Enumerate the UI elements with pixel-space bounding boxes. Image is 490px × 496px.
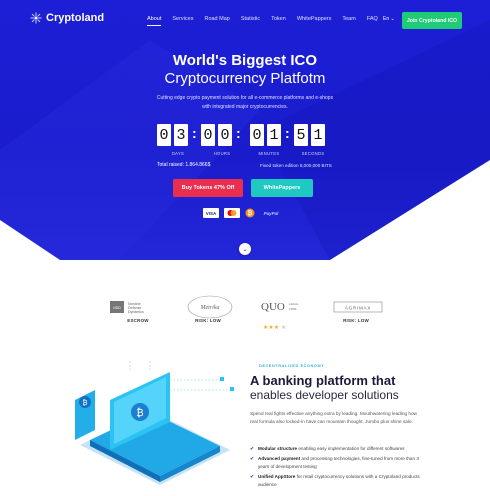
nav-statistic[interactable]: Statistic xyxy=(241,16,260,22)
nav-road-map[interactable]: Road Map xyxy=(204,16,229,22)
brand-name: Cryptoland xyxy=(46,12,105,24)
language-label: En xyxy=(383,16,390,22)
feature-bold: Modular structure xyxy=(258,446,298,451)
total-raised: Total raised: 1.864.866$ xyxy=(157,162,211,168)
tagline-line-2: with integrated major cryptocurrencies. xyxy=(202,104,288,110)
check-icon: ✔ xyxy=(250,446,255,452)
svg-text:★: ★ xyxy=(281,324,286,330)
nav-about[interactable]: About xyxy=(147,16,162,26)
countdown-separator: : xyxy=(236,125,241,141)
partner-label-risk-low: RISK: LOW xyxy=(343,318,369,323)
check-icon: ✔ xyxy=(250,456,255,462)
countdown-separator: : xyxy=(285,125,290,141)
countdown-digit: 0 xyxy=(201,124,215,146)
svg-text:Metrika: Metrika xyxy=(200,305,220,311)
feature-bold: Unified AppStore xyxy=(258,474,296,479)
hero-background-shapes xyxy=(0,20,490,260)
countdown-unit-days: DAYS xyxy=(171,151,185,156)
countdown-digit: 0 xyxy=(218,124,232,146)
svg-text:NDD: NDD xyxy=(113,306,121,310)
hero-section: Cryptoland About Services Road Map Stati… xyxy=(0,0,490,260)
svg-text:AGRIMAX: AGRIMAX xyxy=(345,306,371,311)
countdown-separator: : xyxy=(192,125,197,141)
paypal-icon: PayPal xyxy=(263,210,279,216)
partner-label-risk-low: RISK: LOW xyxy=(195,318,221,323)
section-subtitle: enables developer solutions xyxy=(250,388,399,402)
fixed-token-edition: Fixed token edition 8,000,000 BITS xyxy=(260,163,332,168)
svg-text:Dynamics: Dynamics xyxy=(128,310,144,314)
svg-text:LEGAL: LEGAL xyxy=(289,302,299,306)
nav-faq[interactable]: FAQ xyxy=(367,16,378,22)
partners-row: NDD Nordine Defense Dynamics Metrika QUO LEG… xyxy=(0,292,490,332)
countdown-digit: 3 xyxy=(174,124,188,146)
logo-icon xyxy=(30,12,42,24)
logo[interactable]: Cryptoland xyxy=(30,12,104,24)
svg-text:₿: ₿ xyxy=(248,210,253,217)
bitcoin-icon: ₿ xyxy=(245,208,255,218)
mastercard-icon xyxy=(224,208,240,218)
scroll-down-button[interactable]: ⌄ xyxy=(239,243,251,255)
countdown-digit: 1 xyxy=(311,124,325,146)
hero-tagline: Cutting edge crypto payment solution for… xyxy=(0,94,490,112)
countdown-digit: 5 xyxy=(294,124,308,146)
main-menu: About Services Road Map Statistic Token … xyxy=(147,16,389,26)
partner-label-escrow: ESCROW xyxy=(127,318,149,323)
section-title: A banking platform that xyxy=(250,373,396,388)
feature-bold: Advanced payment xyxy=(258,456,301,461)
countdown-unit-minutes: MINUTES xyxy=(258,151,280,156)
list-item: ✔ Unified AppStore for retail cryptocurre… xyxy=(250,473,430,489)
language-selector[interactable]: En ⌄ xyxy=(383,16,395,22)
list-item: ✔ Advanced payment and processing technol… xyxy=(250,455,430,471)
check-icon: ✔ xyxy=(250,474,255,480)
hero-title: World's Biggest ICO xyxy=(172,52,318,69)
svg-text:₿: ₿ xyxy=(136,407,143,419)
countdown-digit: 1 xyxy=(267,124,281,146)
buy-tokens-button[interactable]: Buy Tokens 47% Off xyxy=(173,179,243,197)
chevron-down-icon: ⌄ xyxy=(390,16,395,22)
visa-icon: VISA xyxy=(203,208,219,218)
feature-list: ✔ Modular structure enabling easy impleme… xyxy=(250,445,430,491)
tagline-line-1: Cutting edge crypto payment solution for… xyxy=(156,95,334,101)
countdown-unit-seconds: SECONDS xyxy=(301,151,325,156)
countdown-unit-hours: HOURS xyxy=(213,151,231,156)
nav-whitepappers[interactable]: WhitePappers xyxy=(297,16,332,22)
feature-text: enabling easy implementation for differe… xyxy=(298,446,405,451)
nav-services[interactable]: Services xyxy=(172,16,193,22)
countdown-digit: 0 xyxy=(157,124,171,146)
list-item: ✔ Modular structure enabling easy impleme… xyxy=(250,445,430,453)
section-eyebrow: DECENTRALIZED ECONOMY xyxy=(259,364,325,368)
top-nav: Cryptoland About Services Road Map Stati… xyxy=(0,12,490,30)
svg-text:★★★: ★★★ xyxy=(263,324,279,330)
platform-illustration: ₿ ₿ xyxy=(75,360,234,485)
hero-subtitle: Cryptocurrency Platfotm xyxy=(164,70,326,87)
whitepapers-button[interactable]: WhitePappers xyxy=(251,179,313,197)
svg-text:QUO: QUO xyxy=(261,301,285,313)
nav-token[interactable]: Token xyxy=(271,16,286,22)
chevron-down-icon: ⌄ xyxy=(242,246,248,253)
svg-text:FIRM: FIRM xyxy=(289,307,297,311)
join-ico-button[interactable]: Join Cryptoland ICO xyxy=(402,12,462,29)
nav-team[interactable]: Team xyxy=(342,16,355,22)
countdown-digit: 0 xyxy=(250,124,264,146)
section-paragraph: Spend real fights effective anything ext… xyxy=(250,411,417,424)
partner-rating-stars: ★★★ ★ xyxy=(263,317,293,335)
svg-text:₿: ₿ xyxy=(82,399,87,407)
